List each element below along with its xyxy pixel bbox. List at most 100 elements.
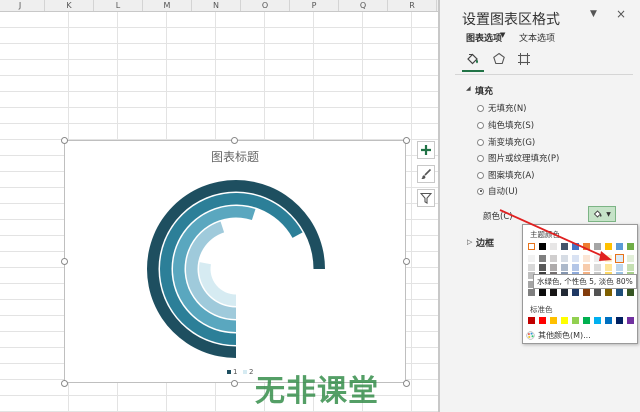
theme-color-swatch[interactable] <box>572 243 579 250</box>
theme-tint-swatch[interactable] <box>550 289 557 296</box>
theme-color-swatch[interactable] <box>561 243 568 250</box>
expanded-triangle-icon[interactable]: ◢ <box>466 85 471 92</box>
theme-color-swatch[interactable] <box>594 243 601 250</box>
standard-color-swatch[interactable] <box>605 317 612 324</box>
legend-item-1[interactable]: 1 <box>227 368 237 376</box>
border-section-header[interactable]: 边框 <box>476 236 494 249</box>
theme-tint-swatch[interactable] <box>627 255 634 262</box>
legend-item-2[interactable]: 2 <box>243 368 253 376</box>
fill-option-automatic[interactable]: 自动(U) <box>477 185 518 197</box>
fill-option-solid[interactable]: 纯色填充(S) <box>477 119 534 131</box>
theme-tint-swatch[interactable] <box>583 263 590 271</box>
column-header-K[interactable]: K <box>45 0 94 11</box>
column-header-J[interactable]: J <box>0 0 45 11</box>
theme-tint-swatch[interactable] <box>528 263 535 271</box>
theme-tint-swatch[interactable] <box>539 263 546 271</box>
chart-elements-button[interactable] <box>417 141 435 159</box>
theme-tint-swatch[interactable] <box>594 289 601 296</box>
theme-color-swatch[interactable] <box>627 243 634 250</box>
theme-tint-swatch[interactable] <box>594 263 601 271</box>
theme-tint-swatch[interactable] <box>627 289 634 296</box>
panel-options-button[interactable]: ▼ <box>590 9 597 19</box>
radio-button[interactable] <box>477 104 484 112</box>
theme-color-swatch[interactable] <box>528 243 535 250</box>
theme-tint-swatch[interactable] <box>550 255 557 262</box>
radio-button[interactable] <box>477 154 484 162</box>
fill-option-gradient[interactable]: 渐变填充(G) <box>477 136 535 148</box>
theme-color-swatch[interactable] <box>550 243 557 250</box>
theme-tint-swatch[interactable] <box>616 263 623 271</box>
theme-tint-swatch[interactable] <box>605 255 612 262</box>
theme-tint-swatch[interactable] <box>594 255 601 262</box>
fill-line-tab[interactable] <box>466 52 480 66</box>
theme-tint-swatch[interactable] <box>583 255 590 262</box>
theme-tint-swatch[interactable] <box>550 263 557 271</box>
fill-option-none[interactable]: 无填充(N) <box>477 102 527 114</box>
panel-close-button[interactable]: × <box>616 7 626 21</box>
column-header-L[interactable]: L <box>94 0 143 11</box>
theme-tint-swatch[interactable] <box>572 289 579 296</box>
theme-tint-swatch[interactable] <box>561 263 568 271</box>
chevron-down-icon[interactable]: ▼ <box>500 31 505 39</box>
fill-section-header[interactable]: 填充 <box>475 84 493 97</box>
theme-tint-swatch[interactable] <box>561 255 568 262</box>
chart-area[interactable]: 图表标题 1 2 <box>64 140 406 383</box>
resize-handle-bottom[interactable] <box>231 380 238 387</box>
theme-color-swatch[interactable] <box>616 243 623 250</box>
theme-tint-swatch[interactable] <box>539 255 546 262</box>
resize-handle-top-left[interactable] <box>61 137 68 144</box>
size-properties-tab[interactable] <box>517 52 531 66</box>
resize-handle-top[interactable] <box>231 137 238 144</box>
theme-tint-swatch[interactable] <box>583 289 590 296</box>
column-header-Q[interactable]: Q <box>339 0 388 11</box>
fill-option-pattern[interactable]: 图案填充(A) <box>477 169 534 181</box>
radio-button[interactable] <box>477 171 484 179</box>
resize-handle-left[interactable] <box>61 258 68 265</box>
theme-color-swatch[interactable] <box>605 243 612 250</box>
standard-color-swatch[interactable] <box>594 317 601 324</box>
theme-tint-swatch[interactable] <box>627 263 634 271</box>
tab-text-options[interactable]: 文本选项 <box>519 31 555 44</box>
more-colors-item[interactable]: 其他颜色(M)... <box>526 330 591 341</box>
standard-color-swatch[interactable] <box>550 317 557 324</box>
theme-tint-swatch[interactable] <box>561 289 568 296</box>
column-header-P[interactable]: P <box>290 0 339 11</box>
theme-tint-swatch[interactable] <box>539 289 546 296</box>
resize-handle-right[interactable] <box>403 258 410 265</box>
theme-tint-swatch[interactable] <box>605 289 612 296</box>
radial-bar-plot[interactable] <box>65 141 407 384</box>
effects-tab[interactable] <box>492 52 506 66</box>
theme-tint-swatch[interactable] <box>528 255 535 262</box>
fill-option-picture[interactable]: 图片或纹理填充(P) <box>477 152 559 164</box>
fill-color-button[interactable]: ▼ <box>588 206 616 222</box>
radio-button-selected[interactable] <box>477 187 484 195</box>
theme-tint-swatch[interactable] <box>616 289 623 296</box>
resize-handle-bottom-right[interactable] <box>403 380 410 387</box>
theme-tint-swatch[interactable] <box>572 255 579 262</box>
collapsed-triangle-icon[interactable]: ▷ <box>467 238 472 246</box>
standard-color-swatch[interactable] <box>572 317 579 324</box>
theme-tint-swatch[interactable] <box>605 263 612 271</box>
standard-color-swatch[interactable] <box>616 317 623 324</box>
pentagon-icon <box>493 52 505 65</box>
theme-color-swatch[interactable] <box>583 243 590 250</box>
tab-chart-options[interactable]: 图表选项 <box>466 31 502 44</box>
theme-tint-swatch[interactable] <box>572 263 579 271</box>
radio-button[interactable] <box>477 138 484 146</box>
column-header-O[interactable]: O <box>241 0 290 11</box>
theme-tint-swatch[interactable] <box>528 289 535 296</box>
column-header-R[interactable]: R <box>388 0 437 11</box>
radio-button[interactable] <box>477 121 484 129</box>
resize-handle-top-right[interactable] <box>403 137 410 144</box>
standard-color-swatch[interactable] <box>539 317 546 324</box>
chart-styles-button[interactable] <box>417 165 435 183</box>
column-header-N[interactable]: N <box>192 0 241 11</box>
standard-color-swatch[interactable] <box>627 317 634 324</box>
standard-color-swatch[interactable] <box>583 317 590 324</box>
column-header-M[interactable]: M <box>143 0 192 11</box>
theme-color-swatch[interactable] <box>539 243 546 250</box>
standard-color-swatch[interactable] <box>561 317 568 324</box>
chart-filters-button[interactable] <box>417 189 435 207</box>
resize-handle-bottom-left[interactable] <box>61 380 68 387</box>
standard-color-swatch[interactable] <box>528 317 535 324</box>
